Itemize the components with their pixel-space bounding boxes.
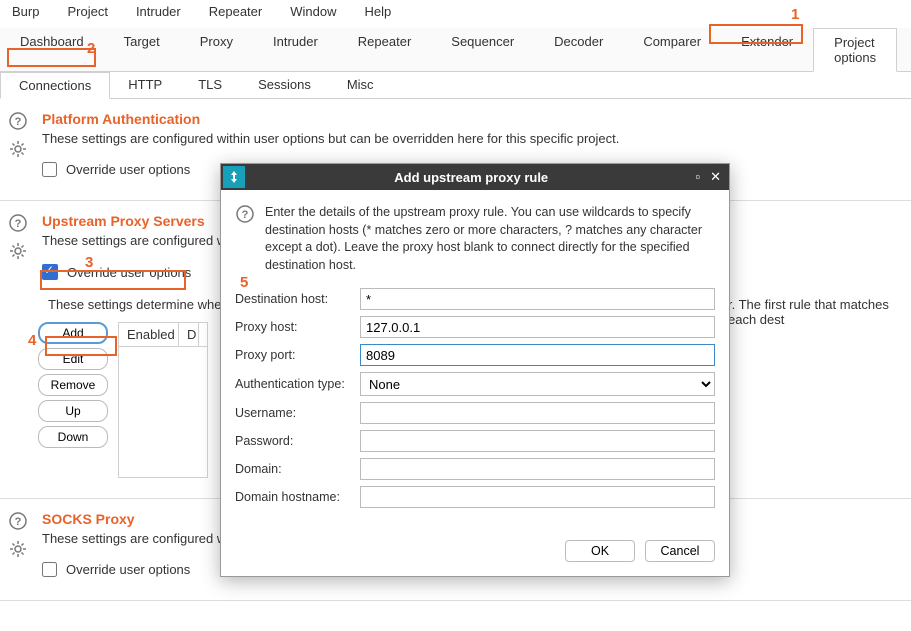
socks-override-label: Override user options [66, 562, 190, 577]
maximize-icon[interactable]: ▫ [695, 169, 700, 185]
label-dest-host: Destination host: [235, 292, 360, 306]
help-icon[interactable]: ? [8, 213, 28, 233]
help-icon[interactable]: ? [8, 511, 28, 531]
tab-intruder[interactable]: Intruder [253, 28, 338, 71]
annotation-1: 1 [791, 6, 799, 23]
tab-comparer[interactable]: Comparer [623, 28, 721, 71]
modal-add-upstream-rule: Add upstream proxy rule ▫ ✕ ? Enter the … [220, 163, 730, 577]
table-col-enabled[interactable]: Enabled [119, 323, 179, 346]
tab-decoder[interactable]: Decoder [534, 28, 623, 71]
gear-icon[interactable] [8, 539, 28, 559]
subtab-tls[interactable]: TLS [180, 72, 240, 98]
label-proxy-port: Proxy port: [235, 348, 360, 362]
input-proxy-host[interactable] [360, 316, 715, 338]
ok-button[interactable]: OK [565, 540, 635, 562]
input-domain-hostname[interactable] [360, 486, 715, 508]
sub-tabs: Connections HTTP TLS Sessions Misc [0, 72, 911, 99]
menu-burp[interactable]: Burp [8, 2, 43, 21]
svg-text:?: ? [242, 209, 249, 221]
tab-target[interactable]: Target [104, 28, 180, 71]
input-domain[interactable] [360, 458, 715, 480]
svg-text:?: ? [15, 516, 22, 528]
label-domain: Domain: [235, 462, 360, 476]
tab-sequencer[interactable]: Sequencer [431, 28, 534, 71]
tab-proxy[interactable]: Proxy [180, 28, 253, 71]
annotation-box-3 [40, 270, 186, 290]
burp-logo-icon [223, 166, 245, 188]
modal-titlebar: Add upstream proxy rule ▫ ✕ [221, 164, 729, 190]
menu-repeater[interactable]: Repeater [205, 2, 266, 21]
help-icon[interactable]: ? [235, 204, 255, 224]
platform-auth-override-checkbox[interactable] [42, 162, 57, 177]
cancel-button[interactable]: Cancel [645, 540, 715, 562]
menu-help[interactable]: Help [360, 2, 395, 21]
app-menubar: Burp Project Intruder Repeater Window He… [0, 0, 911, 23]
platform-auth-title: Platform Authentication [42, 111, 903, 127]
upstream-desc2b: r. The first rule that matches each dest [728, 297, 911, 327]
select-auth-type[interactable]: None [360, 372, 715, 396]
label-auth-type: Authentication type: [235, 377, 360, 391]
close-icon[interactable]: ✕ [710, 169, 721, 185]
menu-window[interactable]: Window [286, 2, 340, 21]
input-password[interactable] [360, 430, 715, 452]
modal-description: Enter the details of the upstream proxy … [265, 204, 715, 274]
platform-auth-desc: These settings are configured within use… [42, 131, 903, 146]
input-dest-host[interactable] [360, 288, 715, 310]
tab-project-options[interactable]: Project options [813, 28, 897, 72]
menu-intruder[interactable]: Intruder [132, 2, 185, 21]
annotation-3: 3 [85, 254, 93, 271]
upstream-table: Enabled D [118, 322, 208, 478]
upstream-desc2a: These settings determine whethe [48, 297, 240, 312]
table-col-d[interactable]: D [179, 323, 199, 346]
label-proxy-host: Proxy host: [235, 320, 360, 334]
subtab-http[interactable]: HTTP [110, 72, 180, 98]
subtab-sessions[interactable]: Sessions [240, 72, 329, 98]
remove-button[interactable]: Remove [38, 374, 108, 396]
subtab-misc[interactable]: Misc [329, 72, 392, 98]
svg-text:?: ? [15, 116, 22, 128]
platform-auth-override-label: Override user options [66, 162, 190, 177]
down-button[interactable]: Down [38, 426, 108, 448]
label-domain-hostname: Domain hostname: [235, 490, 360, 504]
table-body[interactable] [119, 347, 207, 477]
label-password: Password: [235, 434, 360, 448]
help-icon[interactable]: ? [8, 111, 28, 131]
annotation-4: 4 [28, 332, 36, 349]
menu-project[interactable]: Project [63, 2, 111, 21]
subtab-connections[interactable]: Connections [0, 72, 110, 99]
label-username: Username: [235, 406, 360, 420]
gear-icon[interactable] [8, 139, 28, 159]
input-username[interactable] [360, 402, 715, 424]
tab-user-options[interactable]: User options [897, 28, 911, 71]
socks-override-checkbox[interactable] [42, 562, 57, 577]
tab-repeater[interactable]: Repeater [338, 28, 431, 71]
annotation-box-1 [709, 24, 803, 44]
modal-title-text: Add upstream proxy rule [247, 170, 695, 185]
annotation-2: 2 [87, 40, 95, 57]
input-proxy-port[interactable] [360, 344, 715, 366]
annotation-box-4 [45, 336, 117, 356]
gear-icon[interactable] [8, 241, 28, 261]
up-button[interactable]: Up [38, 400, 108, 422]
annotation-box-2 [7, 48, 96, 67]
annotation-5: 5 [240, 274, 248, 291]
svg-text:?: ? [15, 218, 22, 230]
